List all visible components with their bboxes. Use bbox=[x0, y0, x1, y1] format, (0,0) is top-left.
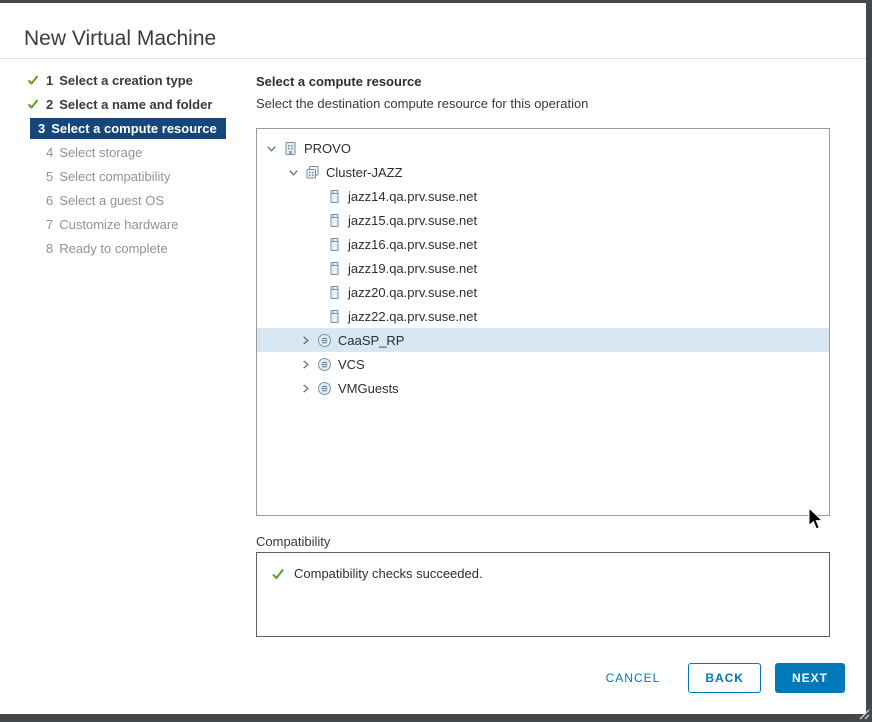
wizard-step-5[interactable]: 5 Select compatibility bbox=[24, 164, 226, 188]
tree-item-host[interactable]: jazz16.qa.prv.suse.net bbox=[257, 232, 829, 256]
tree-item-label: jazz14.qa.prv.suse.net bbox=[348, 189, 477, 204]
tree-item-label: jazz20.qa.prv.suse.net bbox=[348, 285, 477, 300]
wizard-step-7[interactable]: 7 Customize hardware bbox=[24, 212, 226, 236]
tree-item-resource-pool[interactable]: VMGuests bbox=[257, 376, 829, 400]
step-number: 7 bbox=[46, 217, 53, 232]
chevron-right-icon[interactable] bbox=[299, 382, 312, 395]
panel-subheading: Select the destination compute resource … bbox=[256, 96, 588, 111]
resource-pool-icon bbox=[317, 357, 332, 372]
resource-pool-icon bbox=[317, 381, 332, 396]
step-number: 2 bbox=[46, 97, 53, 112]
chevron-right-icon[interactable] bbox=[299, 334, 312, 347]
success-check-icon bbox=[271, 567, 285, 581]
tree-item-resource-pool[interactable]: VCS bbox=[257, 352, 829, 376]
step-label: Ready to complete bbox=[59, 241, 167, 256]
tree-item-label: jazz19.qa.prv.suse.net bbox=[348, 261, 477, 276]
tree-item-host[interactable]: jazz20.qa.prv.suse.net bbox=[257, 280, 829, 304]
host-icon bbox=[327, 213, 342, 228]
host-icon bbox=[327, 237, 342, 252]
wizard-step-3-current[interactable]: 3 Select a compute resource bbox=[24, 116, 226, 140]
chevron-right-icon[interactable] bbox=[299, 358, 312, 371]
wizard-step-2[interactable]: 2 Select a name and folder bbox=[24, 92, 226, 116]
step-number: 6 bbox=[46, 193, 53, 208]
tree-item-label: Cluster-JAZZ bbox=[326, 165, 403, 180]
compatibility-message: Compatibility checks succeeded. bbox=[294, 566, 483, 581]
step-label: Select a guest OS bbox=[59, 193, 164, 208]
next-button[interactable]: NEXT bbox=[775, 663, 845, 693]
host-icon bbox=[327, 285, 342, 300]
wizard-step-8[interactable]: 8 Ready to complete bbox=[24, 236, 226, 260]
wizard-step-6[interactable]: 6 Select a guest OS bbox=[24, 188, 226, 212]
tree-item-cluster[interactable]: Cluster-JAZZ bbox=[257, 160, 829, 184]
host-icon bbox=[327, 189, 342, 204]
compatibility-panel: Compatibility checks succeeded. bbox=[256, 552, 830, 637]
step-number: 3 bbox=[38, 121, 45, 136]
tree-item-label: VMGuests bbox=[338, 381, 399, 396]
compatibility-label: Compatibility bbox=[256, 534, 330, 549]
compatibility-status-row: Compatibility checks succeeded. bbox=[257, 553, 829, 594]
step-label: Select storage bbox=[59, 145, 142, 160]
resource-pool-icon bbox=[317, 333, 332, 348]
step-label: Select compatibility bbox=[59, 169, 170, 184]
host-icon bbox=[327, 309, 342, 324]
tree-item-resource-pool-selected[interactable]: CaaSP_RP bbox=[257, 328, 829, 352]
new-vm-wizard-dialog: New Virtual Machine 1 Select a creation t… bbox=[0, 3, 866, 714]
tree-item-label: jazz15.qa.prv.suse.net bbox=[348, 213, 477, 228]
tree-item-host[interactable]: jazz14.qa.prv.suse.net bbox=[257, 184, 829, 208]
step-label: Select a name and folder bbox=[59, 97, 212, 112]
step-label: Customize hardware bbox=[59, 217, 178, 232]
compute-resource-tree: PROVO Cluster-JAZZ jazz14.qa.prv.suse.ne… bbox=[256, 128, 830, 516]
tree-item-host[interactable]: jazz19.qa.prv.suse.net bbox=[257, 256, 829, 280]
step-number: 1 bbox=[46, 73, 53, 88]
step-label: Select a creation type bbox=[59, 73, 193, 88]
step-number: 4 bbox=[46, 145, 53, 160]
tree-item-host[interactable]: jazz22.qa.prv.suse.net bbox=[257, 304, 829, 328]
datacenter-icon bbox=[283, 141, 298, 156]
tree-item-label: CaaSP_RP bbox=[338, 333, 404, 348]
step-complete-check-icon bbox=[27, 74, 39, 86]
wizard-step-4[interactable]: 4 Select storage bbox=[24, 140, 226, 164]
resize-handle-icon[interactable] bbox=[856, 706, 870, 720]
tree-item-label: VCS bbox=[338, 357, 365, 372]
cluster-icon bbox=[305, 165, 320, 180]
chevron-down-icon[interactable] bbox=[265, 142, 278, 155]
panel-heading: Select a compute resource bbox=[256, 74, 421, 89]
dialog-title: New Virtual Machine bbox=[24, 27, 216, 51]
tree-item-label: PROVO bbox=[304, 141, 351, 156]
title-divider bbox=[0, 58, 866, 59]
wizard-step-1[interactable]: 1 Select a creation type bbox=[24, 68, 226, 92]
window-frame: New Virtual Machine 1 Select a creation t… bbox=[0, 0, 872, 722]
tree-item-label: jazz16.qa.prv.suse.net bbox=[348, 237, 477, 252]
tree-item-host[interactable]: jazz15.qa.prv.suse.net bbox=[257, 208, 829, 232]
step-number: 5 bbox=[46, 169, 53, 184]
step-label: Select a compute resource bbox=[51, 121, 216, 136]
step-complete-check-icon bbox=[27, 98, 39, 110]
cancel-button[interactable]: CANCEL bbox=[596, 663, 671, 693]
wizard-footer: CANCEL BACK NEXT bbox=[596, 663, 845, 693]
host-icon bbox=[327, 261, 342, 276]
wizard-steps-nav: 1 Select a creation type 2 Select a name a… bbox=[24, 68, 226, 260]
tree-item-datacenter[interactable]: PROVO bbox=[257, 136, 829, 160]
back-button[interactable]: BACK bbox=[688, 663, 761, 693]
chevron-down-icon[interactable] bbox=[287, 166, 300, 179]
step-number: 8 bbox=[46, 241, 53, 256]
tree-item-label: jazz22.qa.prv.suse.net bbox=[348, 309, 477, 324]
